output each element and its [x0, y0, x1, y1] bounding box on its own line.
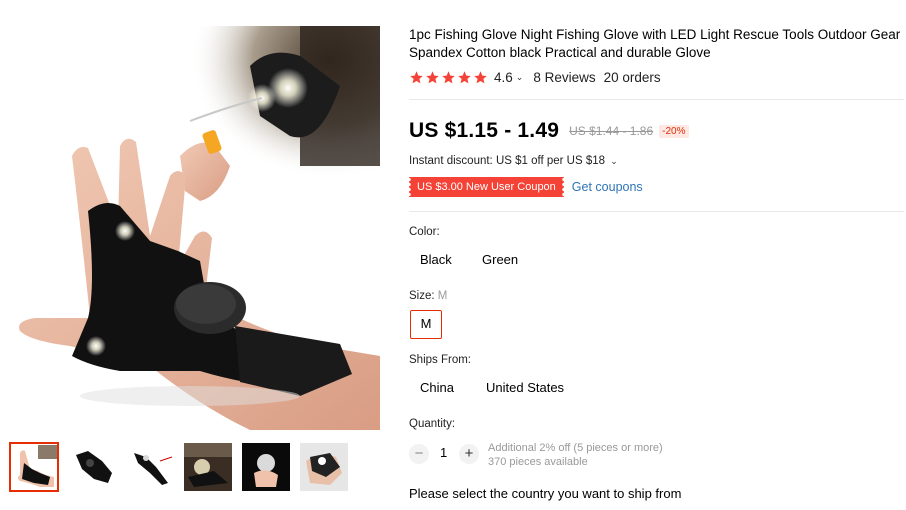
thumbnail-6[interactable]: [300, 443, 348, 491]
product-title: 1pc Fishing Glove Night Fishing Glove wi…: [409, 27, 901, 60]
new-user-coupon[interactable]: US $3.00 New User Coupon: [407, 177, 566, 197]
rating-row: 4.6 ⌄ 8 Reviews 20 orders: [409, 69, 661, 85]
instant-discount-text: Instant discount: US $1 off per US $18: [409, 155, 606, 167]
chevron-down-icon: ⌄: [610, 156, 618, 166]
current-price: US $1.15 - 1.49: [409, 119, 560, 142]
quantity-decrease-button[interactable]: −: [409, 444, 429, 464]
quantity-label: Quantity:: [409, 418, 456, 430]
bulk-discount-note: Additional 2% off (5 pieces or more): [488, 442, 663, 454]
coupon-row: US $3.00 New User Coupon Get coupons: [407, 177, 643, 197]
shipping-prompt: Please select the country you want to sh…: [409, 486, 682, 501]
size-label-row: Size: M: [409, 290, 447, 302]
thumbnail-2[interactable]: [68, 443, 116, 491]
color-option-green[interactable]: Green: [471, 245, 529, 275]
thumbnail-1[interactable]: [9, 442, 59, 492]
size-option-m[interactable]: M: [410, 310, 442, 339]
original-price: US $1.44 - 1.86: [569, 124, 654, 138]
thumbnail-image: [242, 443, 290, 491]
ships-from-china[interactable]: China: [409, 373, 465, 403]
quantity-notes: Additional 2% off (5 pieces or more) 370…: [488, 441, 663, 469]
star-icon: [426, 70, 439, 83]
thumbnail-image: [126, 443, 174, 491]
color-option-black[interactable]: Black: [409, 245, 463, 275]
price-row: US $1.15 - 1.49 US $1.44 - 1.86 -20%: [409, 118, 689, 144]
thumbnail-5[interactable]: [242, 443, 290, 491]
star-icon: [474, 70, 487, 83]
star-icon: [458, 70, 471, 83]
star-icon: [442, 70, 455, 83]
quantity-value[interactable]: 1: [440, 445, 447, 460]
thumbnail-3[interactable]: [126, 443, 174, 491]
thumbnail-image: [300, 443, 348, 491]
rating-value[interactable]: 4.6: [494, 70, 513, 85]
quantity-increase-button[interactable]: +: [459, 444, 479, 464]
color-label: Color:: [409, 226, 440, 238]
thumbnail-image: [184, 443, 232, 491]
ships-from-united-states[interactable]: United States: [475, 373, 575, 403]
reviews-link[interactable]: 8 Reviews: [533, 70, 595, 85]
size-label: Size:: [409, 290, 435, 302]
thumbnail-4[interactable]: [184, 443, 232, 491]
star-rating[interactable]: [409, 70, 488, 85]
star-icon: [410, 70, 423, 83]
chevron-down-icon[interactable]: ⌄: [516, 72, 524, 83]
divider: [409, 211, 904, 212]
ships-from-label: Ships From:: [409, 354, 471, 366]
get-coupons-link[interactable]: Get coupons: [572, 180, 643, 194]
orders-count: 20 orders: [603, 69, 661, 85]
discount-badge: -20%: [659, 124, 689, 138]
main-product-image[interactable]: [0, 26, 380, 430]
instant-discount[interactable]: Instant discount: US $1 off per US $18 ⌄: [409, 155, 628, 167]
stock-available: 370 pieces available: [488, 456, 588, 468]
thumbnail-image: [68, 443, 116, 491]
divider: [409, 99, 904, 100]
glove-photo: [0, 26, 380, 430]
thumbnail-image: [10, 443, 58, 491]
thumbnail-strip: [8, 442, 368, 492]
size-selected: M: [437, 290, 448, 302]
